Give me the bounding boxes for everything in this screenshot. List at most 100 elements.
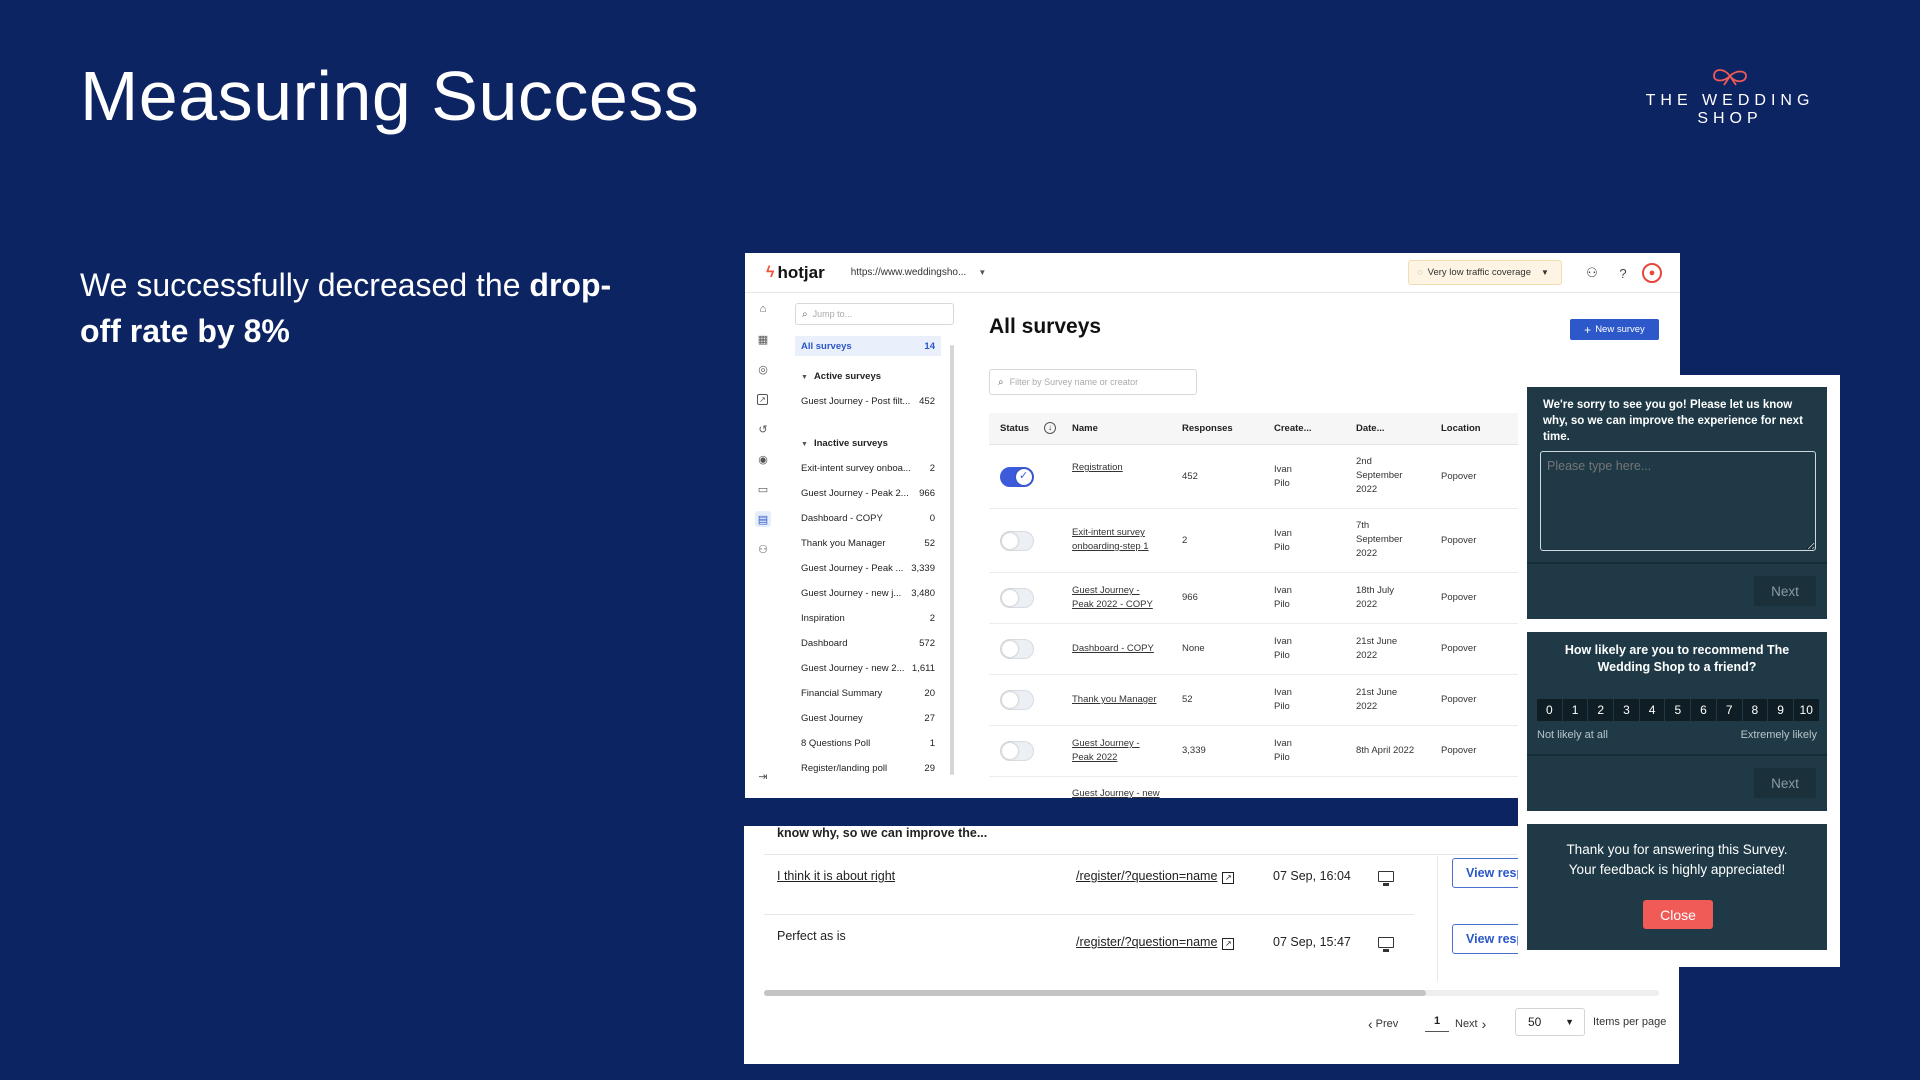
nps-option-4[interactable]: 4 (1639, 699, 1665, 721)
page-title: All surveys (989, 315, 1102, 338)
sidebar-item[interactable]: Exit-intent survey onboa... 2 (795, 458, 941, 478)
status-toggle[interactable] (1000, 741, 1034, 761)
section-header-active[interactable]: ▼ Active surveys (801, 371, 881, 382)
horizontal-scrollbar[interactable] (764, 990, 1659, 996)
sidebar-item[interactable]: Dashboard - COPY 0 (795, 508, 941, 528)
survey-name[interactable]: Peak 2022 (1072, 751, 1117, 765)
sidebar-item[interactable]: Guest Journey - new 2... 1,611 (795, 658, 941, 678)
sidebar-item[interactable]: Guest Journey - new j... 3,480 (795, 583, 941, 603)
column-date[interactable]: Date... (1356, 423, 1385, 434)
column-status[interactable]: Status (1000, 423, 1029, 434)
creator-last: Pilo (1274, 752, 1290, 763)
divider (764, 914, 1414, 915)
items-per-page-select[interactable]: 50 ▼ (1515, 1008, 1585, 1036)
sidebar-item[interactable]: 8 Questions Poll 1 (795, 733, 941, 753)
status-toggle[interactable] (1000, 531, 1034, 551)
section-header-inactive[interactable]: ▼ Inactive surveys (801, 438, 888, 449)
sidebar-item-label: Guest Journey - new 2... (801, 662, 905, 674)
status-toggle[interactable] (1000, 639, 1034, 659)
sidebar-item-all-surveys[interactable]: All surveys 14 (795, 336, 941, 356)
avatar[interactable]: ● (1642, 263, 1662, 283)
close-button[interactable]: Close (1643, 900, 1713, 929)
nps-option-6[interactable]: 6 (1691, 699, 1716, 721)
hotjar-logo[interactable]: ϟ hotjar (766, 263, 825, 283)
survey-name[interactable]: Guest Journey - new (1072, 787, 1160, 798)
lightbulb-icon[interactable]: ◎ (755, 361, 771, 377)
survey-name[interactable]: Registration (1072, 461, 1123, 475)
survey-name[interactable]: Peak 2022 - COPY (1072, 598, 1153, 612)
sidebar-item[interactable]: Guest Journey - Post filt... 452 (795, 391, 941, 411)
prev-page-button[interactable]: ‹ Prev (1368, 1016, 1398, 1032)
date-line: 8th April 2022 (1356, 745, 1415, 756)
response-count: 3,339 (1182, 745, 1206, 756)
info-icon[interactable]: ↓ (1044, 422, 1056, 434)
collapse-icon[interactable]: ⇥ (755, 768, 771, 784)
nps-option-9[interactable]: 9 (1768, 699, 1793, 721)
nps-option-5[interactable]: 5 (1665, 699, 1691, 721)
survey-name[interactable]: Thank you Manager (1072, 693, 1157, 707)
date-line: 18th July (1356, 585, 1395, 596)
status-toggle[interactable] (1000, 588, 1034, 608)
help-icon[interactable]: ? (1613, 263, 1633, 283)
bow-icon (1713, 69, 1747, 86)
sidebar-item[interactable]: Guest Journey - Peak ... 3,339 (795, 558, 941, 578)
nps-option-1[interactable]: 1 (1562, 699, 1588, 721)
scrollbar-thumb[interactable] (764, 990, 1426, 996)
traffic-coverage-dropdown[interactable]: ◌ Very low traffic coverage ▼ (1408, 260, 1562, 285)
status-toggle[interactable]: ✓ (1000, 467, 1034, 487)
sidebar-item[interactable]: Thank you Manager 52 (795, 533, 941, 553)
nps-option-8[interactable]: 8 (1742, 699, 1768, 721)
creator-last: Pilo (1274, 542, 1290, 553)
chart-icon[interactable]: ↗ (757, 394, 768, 405)
nps-option-10[interactable]: 10 (1793, 699, 1819, 721)
per-page-value: 50 (1528, 1015, 1542, 1029)
jump-placeholder: Jump to... (812, 309, 853, 319)
status-toggle[interactable] (1000, 690, 1034, 710)
current-page[interactable]: 1 (1425, 1012, 1449, 1032)
dashboard-icon[interactable]: ▦ (755, 331, 771, 347)
nps-option-0[interactable]: 0 (1537, 699, 1562, 721)
jump-to-input[interactable]: ⌕ Jump to... (795, 303, 954, 325)
sidebar-item[interactable]: Register/landing poll 29 (795, 758, 941, 778)
users-icon[interactable]: ⚇ (755, 541, 771, 557)
site-selector[interactable]: https://www.weddingsho... ▼ (851, 267, 987, 278)
sidebar-item[interactable]: Dashboard 572 (795, 633, 941, 653)
next-page-button[interactable]: Next › (1455, 1016, 1486, 1032)
sidebar-item[interactable]: Guest Journey 27 (795, 708, 941, 728)
survey-icon[interactable]: ▤ (755, 511, 771, 527)
response-answer[interactable]: I think it is about right (777, 869, 895, 883)
survey-name[interactable]: Guest Journey - (1072, 584, 1140, 598)
sidebar-item[interactable]: Inspiration 2 (795, 608, 941, 628)
column-location[interactable]: Location (1441, 423, 1481, 434)
new-survey-button[interactable]: + New survey (1570, 319, 1659, 340)
external-link-icon: ↗ (1222, 872, 1235, 884)
feedback-icon[interactable]: ▭ (755, 481, 771, 497)
target-icon[interactable]: ◉ (755, 451, 771, 467)
sidebar-item-label: Register/landing poll (801, 762, 888, 774)
nps-option-7[interactable]: 7 (1716, 699, 1742, 721)
survey-name[interactable]: Guest Journey - (1072, 737, 1140, 751)
column-responses[interactable]: Responses (1182, 423, 1233, 434)
column-name[interactable]: Name (1072, 423, 1098, 434)
sidebar-item[interactable]: Guest Journey - Peak 2... 966 (795, 483, 941, 503)
page-url-link[interactable]: /register/?question=name ↗ (1076, 869, 1235, 884)
creator-first: Ivan (1274, 687, 1292, 698)
nps-option-3[interactable]: 3 (1614, 699, 1639, 721)
recordings-icon[interactable]: ↺ (755, 421, 771, 437)
home-icon[interactable]: ⌂ (755, 301, 771, 317)
sidebar-scrollbar[interactable] (950, 345, 954, 775)
survey-sidebar: ⌕ Jump to... All surveys 14 ▼ Active survey… (795, 303, 955, 774)
survey-name[interactable]: onboarding-step 1 (1072, 540, 1149, 554)
sidebar-item-label: 8 Questions Poll (801, 737, 871, 749)
user-add-icon[interactable]: ⚇ (1582, 263, 1602, 283)
page-url-link[interactable]: /register/?question=name ↗ (1076, 935, 1235, 950)
survey-name[interactable]: Dashboard - COPY (1072, 642, 1154, 656)
survey-filter-input[interactable]: ⌕ Filter by Survey name or creator (989, 369, 1197, 395)
column-creator[interactable]: Create... (1274, 423, 1312, 434)
sidebar-item[interactable]: Financial Summary 20 (795, 683, 941, 703)
survey-name[interactable]: Exit-intent survey (1072, 526, 1145, 540)
next-button[interactable]: Next (1754, 768, 1816, 798)
feedback-textarea[interactable] (1540, 451, 1816, 551)
nps-option-2[interactable]: 2 (1588, 699, 1614, 721)
next-button[interactable]: Next (1754, 576, 1816, 606)
